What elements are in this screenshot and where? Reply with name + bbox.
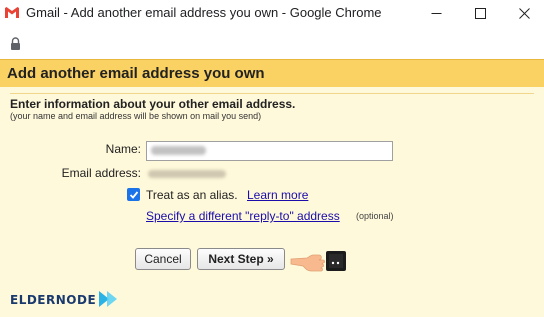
maximize-button[interactable] [460,0,500,27]
intro-subtext: (your name and email address will be sho… [10,111,262,121]
maximize-icon [474,8,486,19]
checkmark-icon [129,190,138,199]
window-title: Gmail - Add another email address you ow… [26,5,382,20]
minimize-icon [431,13,441,14]
gmail-icon [4,6,20,19]
logo-text: eldernode [10,289,97,309]
cancel-button[interactable]: Cancel [135,248,191,270]
form-header: Add another email address you own [0,59,544,87]
email-label: Email address: [61,166,141,180]
window-titlebar: Gmail - Add another email address you ow… [0,0,544,27]
form-panel [10,93,534,317]
name-label: Name: [105,142,141,156]
learn-more-link[interactable]: Learn more [247,188,308,202]
page-title: Add another email address you own [7,65,265,82]
email-value-redacted [148,170,226,178]
intro-text: Enter information about your other email… [10,97,296,111]
reply-to-link[interactable]: Specify a different "reply-to" address [146,209,340,223]
alias-checkbox[interactable] [127,188,140,201]
name-value-redacted [151,146,206,155]
eldernode-logo: eldernode [10,286,121,312]
alias-label: Treat as an alias. [146,188,238,202]
address-bar[interactable] [0,27,544,59]
form-content: Add another email address you own Enter … [0,59,544,317]
next-step-button[interactable]: Next Step » [197,248,285,270]
close-button[interactable] [504,0,544,27]
close-icon [518,8,530,19]
optional-note: (optional) [356,211,394,221]
minimize-button[interactable] [416,0,456,27]
pointing-hand-icon [290,251,346,272]
play-arrow-icon [99,291,118,307]
lock-icon [11,37,20,50]
